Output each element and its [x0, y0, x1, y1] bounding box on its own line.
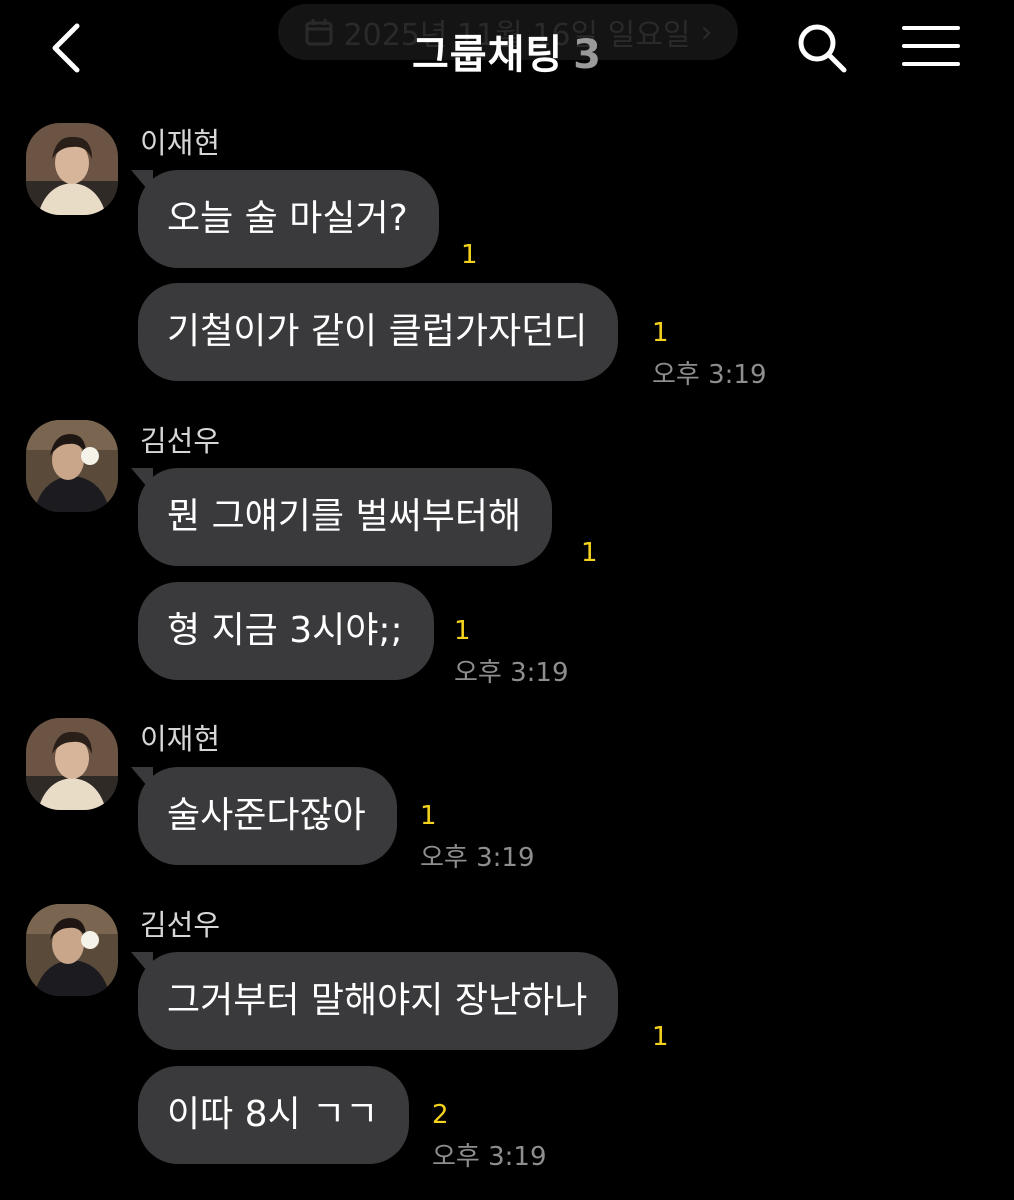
sender-name: 이재현: [140, 722, 221, 756]
message-text: 오늘 술 마실거?: [167, 198, 408, 239]
unread-count: 1: [581, 538, 598, 568]
sender-name: 이재현: [140, 126, 221, 160]
message-bubble[interactable]: 기철이가 같이 클럽가자던디: [138, 283, 619, 381]
search-button[interactable]: [792, 20, 852, 76]
member-count: 3: [573, 32, 603, 78]
date-chevron-icon: ›: [700, 14, 713, 50]
message-timestamp: 오후 3:19: [420, 843, 535, 873]
profile-photo-icon: [26, 420, 118, 512]
hamburger-menu-icon: [902, 26, 960, 66]
message-timestamp: 오후 3:19: [652, 360, 767, 390]
message-bubble[interactable]: 형 지금 3시야;;: [138, 582, 434, 680]
message-text: 그거부터 말해야지 장난하나: [167, 980, 588, 1021]
message-text: 뭔 그얘기를 벌써부터해: [167, 496, 522, 537]
search-icon: [798, 24, 847, 73]
message-timestamp: 오후 3:19: [454, 658, 569, 688]
calendar-icon: [305, 19, 333, 46]
message-text: 형 지금 3시야;;: [167, 610, 403, 651]
message-text: 이따 8시 ㄱㄱ: [167, 1094, 379, 1135]
unread-count: 1: [652, 318, 669, 348]
unread-count: 2: [432, 1100, 449, 1130]
avatar[interactable]: [26, 718, 118, 810]
back-button[interactable]: [40, 18, 90, 78]
message-text: 술사준다잖아: [167, 795, 366, 836]
unread-count: 1: [454, 616, 471, 646]
unread-count: 1: [420, 801, 437, 831]
message-timestamp: 오후 3:19: [432, 1142, 547, 1172]
message-bubble[interactable]: 오늘 술 마실거?: [131, 170, 439, 268]
sender-name: 김선우: [140, 908, 221, 942]
message-bubble[interactable]: 뭔 그얘기를 벌써부터해: [130, 468, 553, 566]
menu-button[interactable]: [898, 20, 964, 72]
message-bubble[interactable]: 그거부터 말해야지 장난하나: [130, 952, 619, 1050]
profile-photo-icon: [26, 904, 118, 996]
unread-count: 1: [461, 240, 478, 270]
profile-photo-icon: [26, 718, 118, 810]
sender-name: 김선우: [140, 424, 221, 458]
profile-photo-icon: [26, 123, 118, 215]
avatar[interactable]: [26, 904, 118, 996]
chevron-left-icon: [52, 23, 80, 73]
avatar[interactable]: [26, 123, 118, 215]
message-bubble[interactable]: 이따 8시 ㄱㄱ: [138, 1066, 410, 1164]
chat-title[interactable]: 그룹채팅: [412, 32, 563, 78]
message-bubble[interactable]: 술사준다잖아: [131, 767, 397, 865]
unread-count: 1: [652, 1022, 669, 1052]
message-text: 기철이가 같이 클럽가자던디: [167, 311, 588, 352]
avatar[interactable]: [26, 420, 118, 512]
chat-header: 2025년 11월 16일 일요일 › 그룹채팅 3: [0, 0, 1014, 100]
